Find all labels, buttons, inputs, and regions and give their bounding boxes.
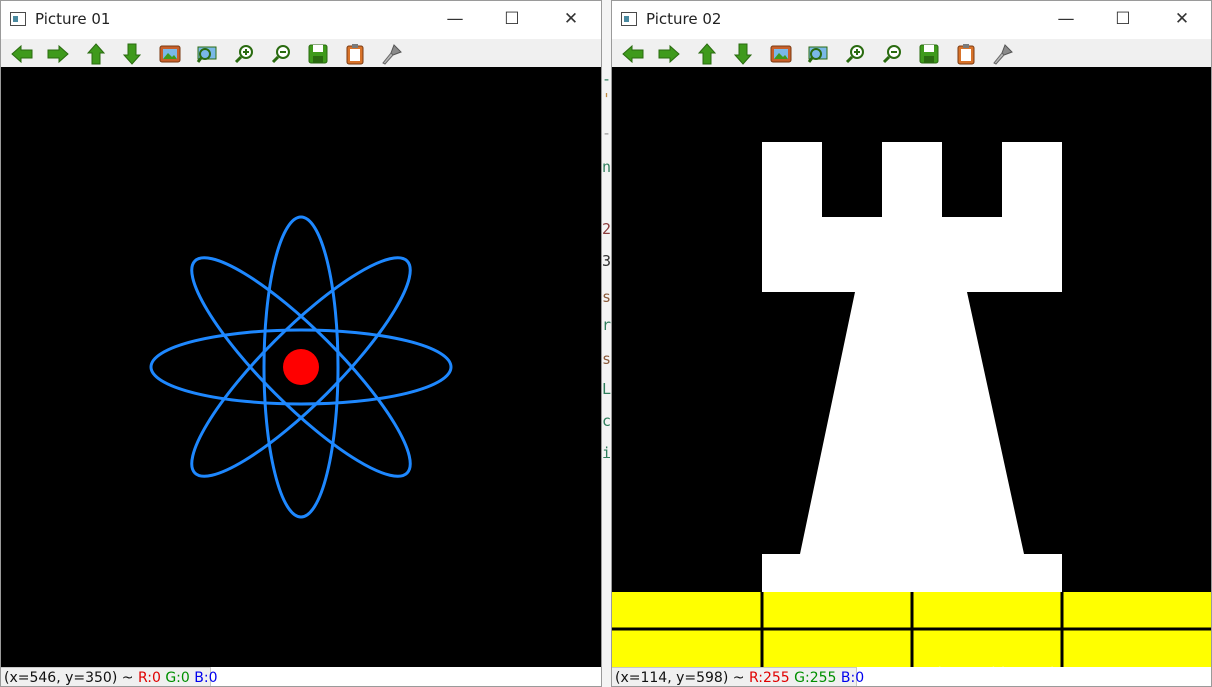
- image-view[interactable]: [1, 67, 601, 667]
- title-bar[interactable]: Picture 01 — ☐ ✕: [1, 1, 601, 39]
- maximize-button[interactable]: ☐: [496, 6, 528, 32]
- arrow-up-icon[interactable]: [694, 41, 720, 67]
- save-icon[interactable]: [916, 41, 942, 67]
- close-button[interactable]: ✕: [1166, 6, 1198, 32]
- arrow-left-icon[interactable]: [9, 41, 35, 67]
- watermark: https://blog.csdn.net/qq_42566274: [937, 664, 1201, 682]
- cursor-coords: (x=546, y=350) ~: [4, 670, 138, 686]
- pixel-g: G:0: [165, 670, 190, 686]
- picture-02-window: Picture 02 — ☐ ✕ (x=114, y=598) ~ R:255 …: [611, 0, 1212, 687]
- window-app-icon: [621, 12, 637, 26]
- window-app-icon: [10, 12, 26, 26]
- atom-drawing: [149, 215, 453, 519]
- zoom-in-icon[interactable]: [842, 41, 868, 67]
- clipboard-icon[interactable]: [342, 41, 368, 67]
- image-icon[interactable]: [157, 41, 183, 67]
- arrow-up-icon[interactable]: [83, 41, 109, 67]
- window-title: Picture 01: [35, 10, 111, 28]
- pixel-r: R:255: [748, 670, 790, 686]
- title-bar[interactable]: Picture 02 — ☐ ✕: [612, 1, 1211, 39]
- zoom-out-icon[interactable]: [879, 41, 905, 67]
- image-view[interactable]: [612, 67, 1211, 667]
- arrow-down-icon[interactable]: [730, 41, 756, 67]
- arrow-left-icon[interactable]: [620, 41, 646, 67]
- close-button[interactable]: ✕: [555, 6, 587, 32]
- zoom-in-icon[interactable]: [231, 41, 257, 67]
- cursor-coords: (x=114, y=598) ~: [615, 670, 749, 686]
- pixel-g: G:255: [794, 670, 837, 686]
- pixel-b: B:0: [194, 670, 218, 686]
- save-icon[interactable]: [305, 41, 331, 67]
- rook-drawing: [612, 142, 1211, 667]
- arrow-right-icon[interactable]: [656, 41, 682, 67]
- toolbar: [1, 39, 601, 67]
- zoom-fit-icon[interactable]: [194, 41, 220, 67]
- pixel-b: B:0: [840, 670, 865, 686]
- nucleus: [283, 349, 319, 385]
- picture-01-window: Picture 01 — ☐ ✕ (x=546, y=350) ~ R:0 G:…: [0, 0, 602, 687]
- status-bar: (x=114, y=598) ~ R:255 G:255 B:0: [612, 667, 864, 686]
- pixel-r: R:0: [137, 670, 161, 686]
- toolbar: [612, 39, 1211, 67]
- arrow-right-icon[interactable]: [45, 41, 71, 67]
- zoom-out-icon[interactable]: [268, 41, 294, 67]
- clipboard-icon[interactable]: [953, 41, 979, 67]
- properties-icon[interactable]: [379, 41, 405, 67]
- arrow-down-icon[interactable]: [119, 41, 145, 67]
- status-bar: (x=546, y=350) ~ R:0 G:0 B:0: [1, 667, 217, 686]
- image-icon[interactable]: [768, 41, 794, 67]
- zoom-fit-icon[interactable]: [805, 41, 831, 67]
- window-title: Picture 02: [646, 10, 722, 28]
- minimize-button[interactable]: —: [439, 6, 471, 32]
- maximize-button[interactable]: ☐: [1107, 6, 1139, 32]
- properties-icon[interactable]: [990, 41, 1016, 67]
- rook-shape: [762, 142, 1062, 592]
- minimize-button[interactable]: —: [1050, 6, 1082, 32]
